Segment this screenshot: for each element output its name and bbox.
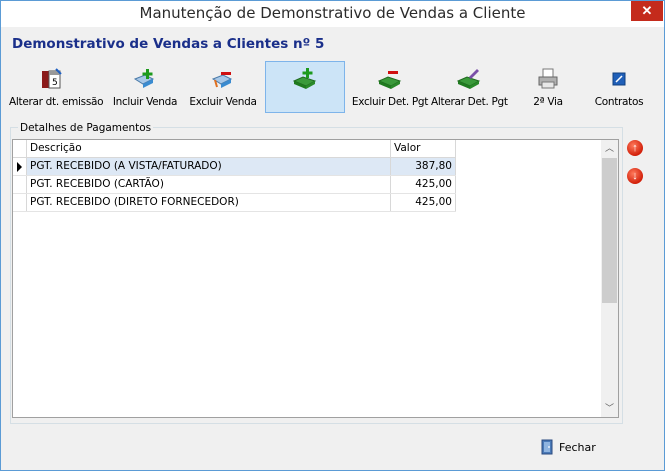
payments-group-label: Detalhes de Pagamentos	[18, 122, 154, 134]
excluir-venda-button[interactable]: Excluir Venda	[187, 61, 259, 113]
alterar-dt-emissao-button[interactable]: 5 Alterar dt. emissão	[9, 61, 104, 113]
fechar-button[interactable]: Fechar	[539, 437, 609, 459]
page-title: Demonstrativo de Vendas a Clientes nº 5	[12, 36, 325, 52]
table-row[interactable]: PGT. RECEBIDO (CARTÃO) 425,00	[13, 176, 456, 194]
cell-valor[interactable]: 425,00	[391, 194, 456, 211]
toolbar: 5 Alterar dt. emissão Incluir Venda Excl…	[9, 61, 659, 113]
cell-descricao[interactable]: PGT. RECEBIDO (CARTÃO)	[27, 176, 391, 193]
exit-door-icon	[541, 439, 553, 455]
add-sale-icon	[133, 69, 155, 88]
table-row[interactable]: PGT. RECEBIDO (DIRETO FORNECEDOR) 425,00	[13, 194, 456, 212]
printer-icon	[538, 68, 558, 89]
payments-grid[interactable]: Descrição Valor PGT. RECEBIDO (A VISTA/F…	[12, 139, 619, 418]
arrow-up-icon: ↑	[632, 142, 638, 154]
arrow-down-icon: ↓	[632, 170, 638, 182]
row-indicator-header	[13, 140, 27, 157]
alterar-det-pgt-label: Alterar Det. Pgt	[431, 96, 508, 108]
excluir-venda-label: Excluir Venda	[189, 96, 257, 108]
move-down-button[interactable]: ↓	[627, 168, 643, 184]
calendar-edit-icon: 5	[42, 68, 62, 89]
segunda-via-button[interactable]: 2ª Via	[519, 61, 577, 113]
incluir-venda-label: Incluir Venda	[112, 96, 178, 108]
scroll-thumb[interactable]	[602, 158, 617, 303]
window-close-button[interactable]: ✕	[631, 1, 663, 21]
contracts-icon	[612, 72, 626, 86]
main-window: Manutenção de Demonstrativo de Vendas a …	[0, 0, 665, 471]
remove-payment-icon	[378, 71, 402, 89]
incluir-venda-button[interactable]: Incluir Venda	[109, 61, 181, 113]
row-indicator	[13, 176, 27, 193]
scroll-down-icon[interactable]: ﹀	[601, 400, 618, 417]
move-up-button[interactable]: ↑	[627, 140, 643, 156]
scroll-up-icon[interactable]: ︿	[601, 140, 618, 157]
contratos-button[interactable]: Contratos	[589, 61, 649, 113]
row-indicator	[13, 158, 27, 175]
cell-descricao[interactable]: PGT. RECEBIDO (DIRETO FORNECEDOR)	[27, 194, 391, 211]
incluir-det-pgt-button[interactable]	[265, 61, 345, 113]
contratos-label: Contratos	[594, 96, 644, 108]
row-indicator	[13, 194, 27, 211]
window-title: Manutenção de Demonstrativo de Vendas a …	[139, 4, 526, 22]
vertical-scrollbar[interactable]: ︿ ﹀	[601, 140, 618, 417]
svg-text:5: 5	[52, 78, 58, 88]
cell-valor[interactable]: 425,00	[391, 176, 456, 193]
remove-sale-icon	[211, 72, 233, 88]
excluir-det-pgt-label: Excluir Det. Pgt	[351, 96, 429, 108]
table-row[interactable]: PGT. RECEBIDO (A VISTA/FATURADO) 387,80	[13, 158, 456, 176]
grid-header: Descrição Valor	[13, 140, 456, 158]
title-bar: Manutenção de Demonstrativo de Vendas a …	[1, 1, 664, 27]
cell-descricao[interactable]: PGT. RECEBIDO (A VISTA/FATURADO)	[27, 158, 391, 175]
current-row-arrow-icon	[17, 162, 22, 172]
alterar-dt-emissao-label: Alterar dt. emissão	[9, 96, 104, 108]
column-header-valor[interactable]: Valor	[391, 140, 456, 157]
excluir-det-pgt-button[interactable]: Excluir Det. Pgt	[351, 61, 429, 113]
add-payment-icon	[293, 68, 317, 89]
fechar-label: Fechar	[559, 441, 596, 454]
segunda-via-label: 2ª Via	[533, 96, 563, 108]
cell-valor[interactable]: 387,80	[391, 158, 456, 175]
edit-payment-icon	[457, 69, 481, 89]
alterar-det-pgt-button[interactable]: Alterar Det. Pgt	[431, 61, 508, 113]
column-header-descricao[interactable]: Descrição	[27, 140, 391, 157]
